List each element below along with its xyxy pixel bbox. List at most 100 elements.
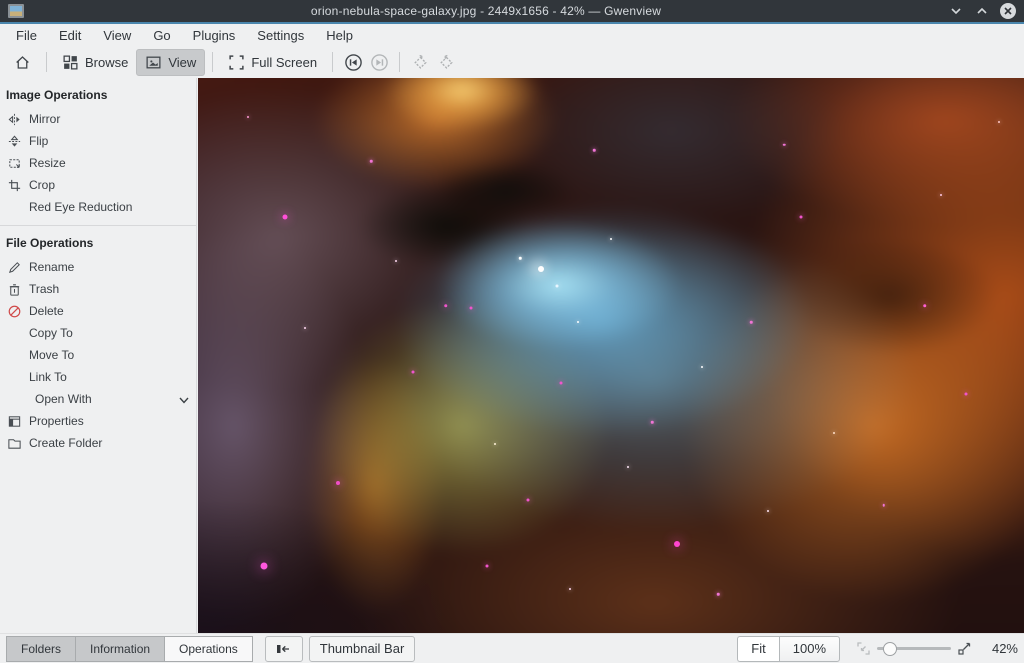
operations-sidebar: Image Operations Mirror Flip Resize Crop… — [0, 78, 197, 633]
star — [444, 304, 448, 308]
sidebar-item-label: Red Eye Reduction — [29, 200, 132, 214]
sidebar-item-red-eye-reduction[interactable]: Red Eye Reduction — [0, 196, 196, 218]
window-controls — [948, 3, 1016, 19]
view-label: View — [168, 55, 196, 70]
sidebar-divider — [0, 225, 196, 226]
close-icon — [1000, 3, 1016, 19]
panel-tabs: Folders Information Operations — [6, 636, 253, 662]
sidebar-item-mirror[interactable]: Mirror — [0, 108, 196, 130]
toolbar: Browse View Full Screen — [0, 46, 1024, 78]
star — [336, 481, 340, 485]
menu-help[interactable]: Help — [316, 26, 363, 45]
chevron-down-icon — [178, 393, 190, 411]
zoom-mode-group: Fit 100% — [737, 636, 840, 662]
browse-grid-icon — [62, 54, 79, 71]
star — [882, 504, 885, 507]
zoom-100-button[interactable]: 100% — [779, 636, 840, 662]
minimize-button[interactable] — [948, 3, 964, 19]
browse-label: Browse — [85, 55, 128, 70]
sidebar-item-rename[interactable]: Rename — [0, 256, 196, 278]
home-button[interactable] — [6, 50, 39, 75]
thumbnail-bar-button[interactable]: Thumbnail Bar — [309, 636, 416, 662]
sidebar-item-open-with[interactable]: Open With — [0, 388, 196, 410]
titlebar[interactable]: orion-nebula-space-galaxy.jpg - 2449x165… — [0, 0, 1024, 22]
sidebar-item-create-folder[interactable]: Create Folder — [0, 432, 196, 454]
image-viewer[interactable] — [198, 78, 1024, 633]
window-title: orion-nebula-space-galaxy.jpg - 2449x165… — [24, 4, 948, 18]
delete-icon — [6, 303, 22, 319]
previous-image-button[interactable] — [340, 49, 366, 75]
sidebar-item-crop[interactable]: Crop — [0, 174, 196, 196]
sidebar-item-trash[interactable]: Trash — [0, 278, 196, 300]
star — [519, 257, 522, 260]
star — [538, 266, 544, 272]
sidebar-item-copy-to[interactable]: Copy To — [0, 322, 196, 344]
star — [923, 304, 927, 308]
star — [304, 327, 306, 329]
sidebar-item-label: Rename — [29, 260, 74, 274]
chevron-up-icon — [976, 5, 988, 17]
sidebar-item-move-to[interactable]: Move To — [0, 344, 196, 366]
tab-information[interactable]: Information — [75, 636, 164, 662]
zoom-slider[interactable] — [877, 641, 951, 657]
previous-image-icon — [344, 53, 363, 72]
menu-go[interactable]: Go — [143, 26, 180, 45]
rotate-right-icon — [437, 53, 456, 72]
tab-operations[interactable]: Operations — [164, 636, 253, 662]
menu-plugins[interactable]: Plugins — [183, 26, 246, 45]
star — [799, 215, 802, 218]
sidebar-item-resize[interactable]: Resize — [0, 152, 196, 174]
browse-button[interactable]: Browse — [54, 50, 136, 75]
flip-icon — [6, 133, 22, 149]
sidebar-item-label: Crop — [29, 178, 55, 192]
sidebar-item-label: Link To — [29, 370, 67, 384]
fullscreen-label: Full Screen — [251, 55, 317, 70]
zoom-slider-handle[interactable] — [883, 642, 897, 656]
toolbar-separator — [332, 52, 333, 72]
star — [469, 307, 472, 310]
fullscreen-button[interactable]: Full Screen — [220, 50, 325, 75]
menu-edit[interactable]: Edit — [49, 26, 91, 45]
star — [674, 541, 680, 547]
statusbar: Folders Information Operations Thumbnail… — [0, 633, 1024, 663]
sidebar-item-delete[interactable]: Delete — [0, 300, 196, 322]
image-operations-header: Image Operations — [0, 82, 196, 108]
view-button[interactable]: View — [136, 49, 205, 76]
sidebar-item-properties[interactable]: Properties — [0, 410, 196, 432]
menu-view[interactable]: View — [93, 26, 141, 45]
toggle-sidebar-button[interactable] — [265, 636, 303, 662]
empty-icon — [6, 325, 22, 341]
fullscreen-icon — [228, 54, 245, 71]
next-image-button[interactable] — [366, 49, 392, 75]
rotate-left-icon — [411, 53, 430, 72]
sidebar-item-label: Resize — [29, 156, 66, 170]
zoom-in-icon[interactable] — [957, 641, 972, 656]
star — [395, 260, 397, 262]
gwenview-app-icon — [8, 4, 24, 18]
maximize-button[interactable] — [974, 3, 990, 19]
fit-button[interactable]: Fit — [737, 636, 778, 662]
star — [560, 382, 563, 385]
menu-settings[interactable]: Settings — [247, 26, 314, 45]
close-button[interactable] — [1000, 3, 1016, 19]
star — [767, 510, 769, 512]
star — [833, 432, 835, 434]
chevron-down-icon — [950, 5, 962, 17]
nebula-stars — [198, 78, 1024, 633]
rotate-left-button[interactable] — [407, 49, 433, 75]
sidebar-item-link-to[interactable]: Link To — [0, 366, 196, 388]
star — [411, 371, 414, 374]
star — [627, 466, 629, 468]
toolbar-separator — [46, 52, 47, 72]
rotate-right-button[interactable] — [433, 49, 459, 75]
sidebar-item-label: Trash — [29, 282, 59, 296]
mirror-icon — [6, 111, 22, 127]
menu-file[interactable]: File — [6, 26, 47, 45]
star — [610, 238, 612, 240]
resize-icon — [6, 155, 22, 171]
tab-folders[interactable]: Folders — [6, 636, 75, 662]
star — [569, 588, 571, 590]
sidebar-item-label: Properties — [29, 414, 84, 428]
zoom-out-icon[interactable] — [856, 641, 871, 656]
sidebar-item-flip[interactable]: Flip — [0, 130, 196, 152]
